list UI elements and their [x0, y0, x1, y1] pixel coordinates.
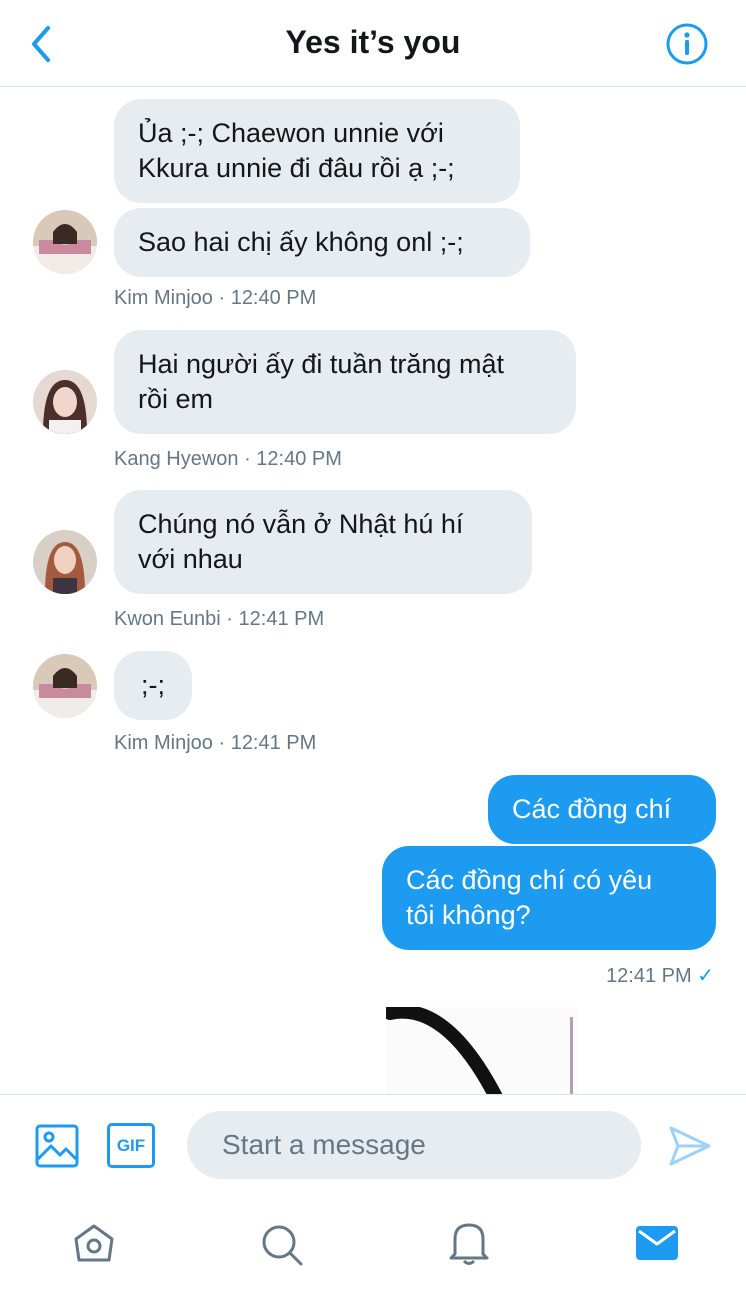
- message-text: Sao hai chị ấy không onl ;-;: [138, 227, 464, 257]
- search-icon[interactable]: [259, 1222, 305, 1268]
- home-icon[interactable]: [72, 1222, 116, 1266]
- message-list[interactable]: Ủa ;-; Chaewon unnie với Kkura unnie đi …: [0, 87, 746, 1094]
- message-bubble[interactable]: Hai người ấy đi tuần trăng mật rồi em: [114, 330, 576, 434]
- message-composer: GIF Start a message: [0, 1094, 746, 1293]
- message-bubble[interactable]: Chúng nó vẫn ở Nhật hú hí với nhau: [114, 490, 532, 594]
- send-icon[interactable]: [668, 1124, 712, 1168]
- message-time: 12:41 PM: [606, 965, 692, 987]
- message-text: Ủa ;-; Chaewon unnie với Kkura unnie đi …: [138, 118, 455, 183]
- message-meta: Kim Minjoo · 12:41 PM: [114, 732, 317, 754]
- message-text: Chúng nó vẫn ở Nhật hú hí với nhau: [138, 509, 464, 574]
- image-message-preview[interactable]: [386, 1007, 578, 1094]
- message-text: Các đồng chí có yêu tôi không?: [406, 865, 653, 930]
- message-bubble[interactable]: Sao hai chị ấy không onl ;-;: [114, 208, 530, 277]
- message-input[interactable]: Start a message: [187, 1111, 641, 1179]
- message-text: Hai người ấy đi tuần trăng mật rồi em: [138, 349, 504, 414]
- message-text: Các đồng chí: [512, 794, 672, 824]
- message-meta: 12:41 PM ✓: [606, 963, 714, 988]
- message-meta: Kang Hyewon · 12:40 PM: [114, 448, 342, 470]
- info-icon[interactable]: [666, 23, 708, 65]
- message-text: ;-;: [141, 670, 165, 700]
- message-bubble-outgoing[interactable]: Các đồng chí: [488, 775, 716, 844]
- conversation-title: Yes it’s you: [285, 24, 461, 60]
- avatar-kang-hyewon[interactable]: [33, 370, 97, 434]
- conversation-header: Yes it’s you: [0, 0, 746, 87]
- sent-check-icon: ✓: [697, 965, 714, 987]
- avatar-kim-minjoo[interactable]: [33, 210, 97, 274]
- message-bubble[interactable]: Ủa ;-; Chaewon unnie với Kkura unnie đi …: [114, 99, 520, 203]
- message-meta: Kim Minjoo · 12:40 PM: [114, 287, 317, 309]
- avatar-kim-minjoo[interactable]: [33, 654, 97, 718]
- messages-icon[interactable]: [635, 1225, 679, 1261]
- avatar-kwon-eunbi[interactable]: [33, 530, 97, 594]
- gif-icon[interactable]: GIF: [107, 1123, 155, 1168]
- message-bubble-outgoing[interactable]: Các đồng chí có yêu tôi không?: [382, 846, 716, 950]
- notifications-icon[interactable]: [447, 1218, 491, 1266]
- message-meta: Kwon Eunbi · 12:41 PM: [114, 608, 325, 630]
- message-bubble[interactable]: ;-;: [114, 651, 192, 720]
- image-icon[interactable]: [34, 1123, 80, 1169]
